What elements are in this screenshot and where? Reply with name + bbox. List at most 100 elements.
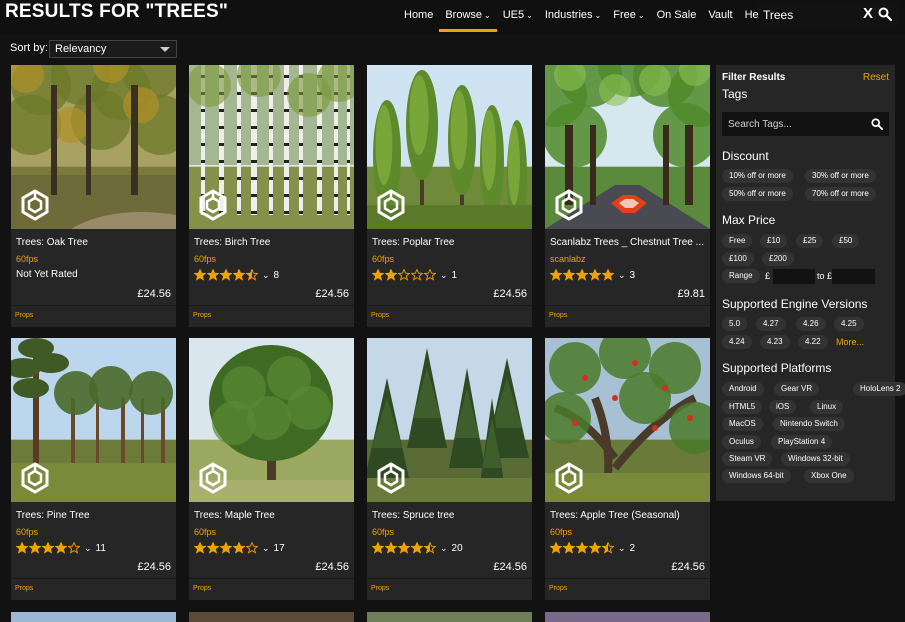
product-thumbnail[interactable]: [545, 338, 710, 502]
star-rating[interactable]: ⌄ 2: [550, 541, 635, 555]
star-rating[interactable]: ⌄ 20: [372, 541, 463, 555]
price-pill-free[interactable]: Free: [722, 234, 753, 248]
engine-pill-4-22[interactable]: 4.22: [798, 335, 828, 349]
search-icon[interactable]: [878, 7, 892, 21]
nav-item-ue5[interactable]: UE5 ⌄: [497, 0, 539, 32]
product-card[interactable]: Trees: Spruce tree 60fps ⌄ 20 £24.56 Pro…: [367, 338, 532, 600]
tag-search-box[interactable]: [722, 112, 889, 136]
tag-search-input[interactable]: [728, 117, 858, 131]
product-thumbnail[interactable]: [189, 65, 354, 229]
nav-item-on-sale[interactable]: On Sale: [651, 0, 703, 32]
seller-link[interactable]: 60fps: [372, 254, 394, 264]
platform-pill-hololens-2[interactable]: HoloLens 2: [853, 382, 905, 396]
product-card[interactable]: Trees: Birch Tree 60fps ⌄ 8 £24.56 Props: [189, 65, 354, 327]
star-rating[interactable]: ⌄ 8: [194, 268, 279, 282]
product-thumbnail[interactable]: [189, 338, 354, 502]
product-price: £9.81: [677, 288, 705, 300]
platform-pill-playstation-4[interactable]: PlayStation 4: [771, 435, 833, 449]
price-pill-50[interactable]: £50: [832, 234, 860, 248]
product-title[interactable]: Trees: Apple Tree (Seasonal): [550, 510, 708, 521]
price-range-toggle[interactable]: Range: [722, 269, 760, 283]
engine-pill-4-27[interactable]: 4.27: [756, 317, 786, 331]
close-icon[interactable]: X: [863, 5, 873, 22]
product-thumbnail[interactable]: [367, 338, 532, 502]
product-title[interactable]: Trees: Oak Tree: [16, 237, 174, 248]
discount-pill-10-off-or-more[interactable]: 10% off or more: [722, 169, 793, 183]
star-rating[interactable]: ⌄ 3: [550, 268, 635, 282]
engine-pill-4-24[interactable]: 4.24: [722, 335, 752, 349]
platform-pill-oculus[interactable]: Oculus: [722, 435, 761, 449]
platform-pill-ios[interactable]: iOS: [769, 400, 797, 414]
engine-pill-4-25[interactable]: 4.25: [834, 317, 864, 331]
product-title[interactable]: Trees: Pine Tree: [16, 510, 174, 521]
product-thumbnail[interactable]: [367, 65, 532, 229]
platform-pill-xbox-one[interactable]: Xbox One: [804, 469, 854, 483]
category-link[interactable]: Props: [549, 312, 567, 319]
product-thumbnail[interactable]: [11, 65, 176, 229]
seller-link[interactable]: 60fps: [194, 527, 216, 537]
platform-pill-windows-64-bit[interactable]: Windows 64-bit: [722, 469, 791, 483]
category-link[interactable]: Props: [193, 585, 211, 592]
platform-pill-nintendo-switch[interactable]: Nintendo Switch: [773, 417, 845, 431]
seller-link[interactable]: 60fps: [194, 254, 216, 264]
star-rating[interactable]: ⌄ 17: [194, 541, 285, 555]
nav-item-browse[interactable]: Browse ⌄: [439, 0, 498, 32]
product-thumbnail[interactable]: [545, 65, 710, 229]
product-title[interactable]: Scanlabz Trees _ Chestnut Tree ...: [550, 237, 708, 248]
product-title[interactable]: Trees: Spruce tree: [372, 510, 530, 521]
category-link[interactable]: Props: [371, 312, 389, 319]
search-icon[interactable]: [871, 118, 883, 130]
engine-more-link[interactable]: More...: [836, 337, 864, 347]
nav-item-home[interactable]: Home: [398, 0, 439, 32]
category-link[interactable]: Props: [371, 585, 389, 592]
product-card[interactable]: Trees: Maple Tree 60fps ⌄ 17 £24.56 Prop…: [189, 338, 354, 600]
product-card[interactable]: Trees: Pine Tree 60fps ⌄ 11 £24.56 Props: [11, 338, 176, 600]
discount-pill-70-off-or-more[interactable]: 70% off or more: [805, 187, 876, 201]
platform-pill-android[interactable]: Android: [722, 382, 764, 396]
search-box[interactable]: X: [758, 3, 898, 27]
chevron-down-icon: ⌄: [440, 269, 448, 280]
engine-pill-5-0[interactable]: 5.0: [722, 317, 748, 331]
platform-pill-steam-vr[interactable]: Steam VR: [722, 452, 773, 466]
product-card[interactable]: Scanlabz Trees _ Chestnut Tree ... scanl…: [545, 65, 710, 327]
category-link[interactable]: Props: [15, 585, 33, 592]
price-pill-100[interactable]: £100: [722, 252, 754, 266]
price-pill-10[interactable]: £10: [760, 234, 788, 248]
range-min-input[interactable]: [773, 269, 815, 284]
reset-link[interactable]: Reset: [863, 72, 889, 83]
seller-link[interactable]: 60fps: [16, 527, 38, 537]
star-rating[interactable]: ⌄ 11: [16, 541, 106, 555]
engine-pill-4-26[interactable]: 4.26: [796, 317, 826, 331]
product-title[interactable]: Trees: Maple Tree: [194, 510, 352, 521]
discount-pill-30-off-or-more[interactable]: 30% off or more: [805, 169, 876, 183]
sort-select[interactable]: Relevancy: [49, 40, 177, 58]
nav-item-industries[interactable]: Industries ⌄: [539, 0, 607, 32]
product-card[interactable]: Trees: Apple Tree (Seasonal) 60fps ⌄ 2 £…: [545, 338, 710, 600]
category-link[interactable]: Props: [549, 585, 567, 592]
product-card[interactable]: Trees: Oak Tree 60fps Not Yet Rated £24.…: [11, 65, 176, 327]
product-thumbnail[interactable]: [11, 338, 176, 502]
category-link[interactable]: Props: [193, 312, 211, 319]
search-input[interactable]: [763, 6, 858, 24]
platform-pill-gear-vr[interactable]: Gear VR: [774, 382, 820, 396]
seller-link[interactable]: 60fps: [372, 527, 394, 537]
nav-item-free[interactable]: Free ⌄: [607, 0, 650, 32]
product-title[interactable]: Trees: Poplar Tree: [372, 237, 530, 248]
platform-pill-macos[interactable]: MacOS: [722, 417, 763, 431]
price-pill-200[interactable]: £200: [762, 252, 794, 266]
range-max-input[interactable]: [832, 269, 875, 284]
product-title[interactable]: Trees: Birch Tree: [194, 237, 352, 248]
seller-link[interactable]: 60fps: [550, 527, 572, 537]
platform-pill-windows-32-bit[interactable]: Windows 32-bit: [781, 452, 850, 466]
star-rating[interactable]: ⌄ 1: [372, 268, 457, 282]
engine-pill-4-23[interactable]: 4.23: [760, 335, 790, 349]
seller-link[interactable]: scanlabz: [550, 254, 586, 264]
discount-pill-50-off-or-more[interactable]: 50% off or more: [722, 187, 793, 201]
price-pill-25[interactable]: £25: [796, 234, 824, 248]
product-card[interactable]: Trees: Poplar Tree 60fps ⌄ 1 £24.56 Prop…: [367, 65, 532, 327]
platform-pill-linux[interactable]: Linux: [810, 400, 844, 414]
platform-pill-html5[interactable]: HTML5: [722, 400, 763, 414]
seller-link[interactable]: 60fps: [16, 254, 38, 264]
category-link[interactable]: Props: [15, 312, 33, 319]
nav-item-vault[interactable]: Vault: [702, 0, 738, 32]
